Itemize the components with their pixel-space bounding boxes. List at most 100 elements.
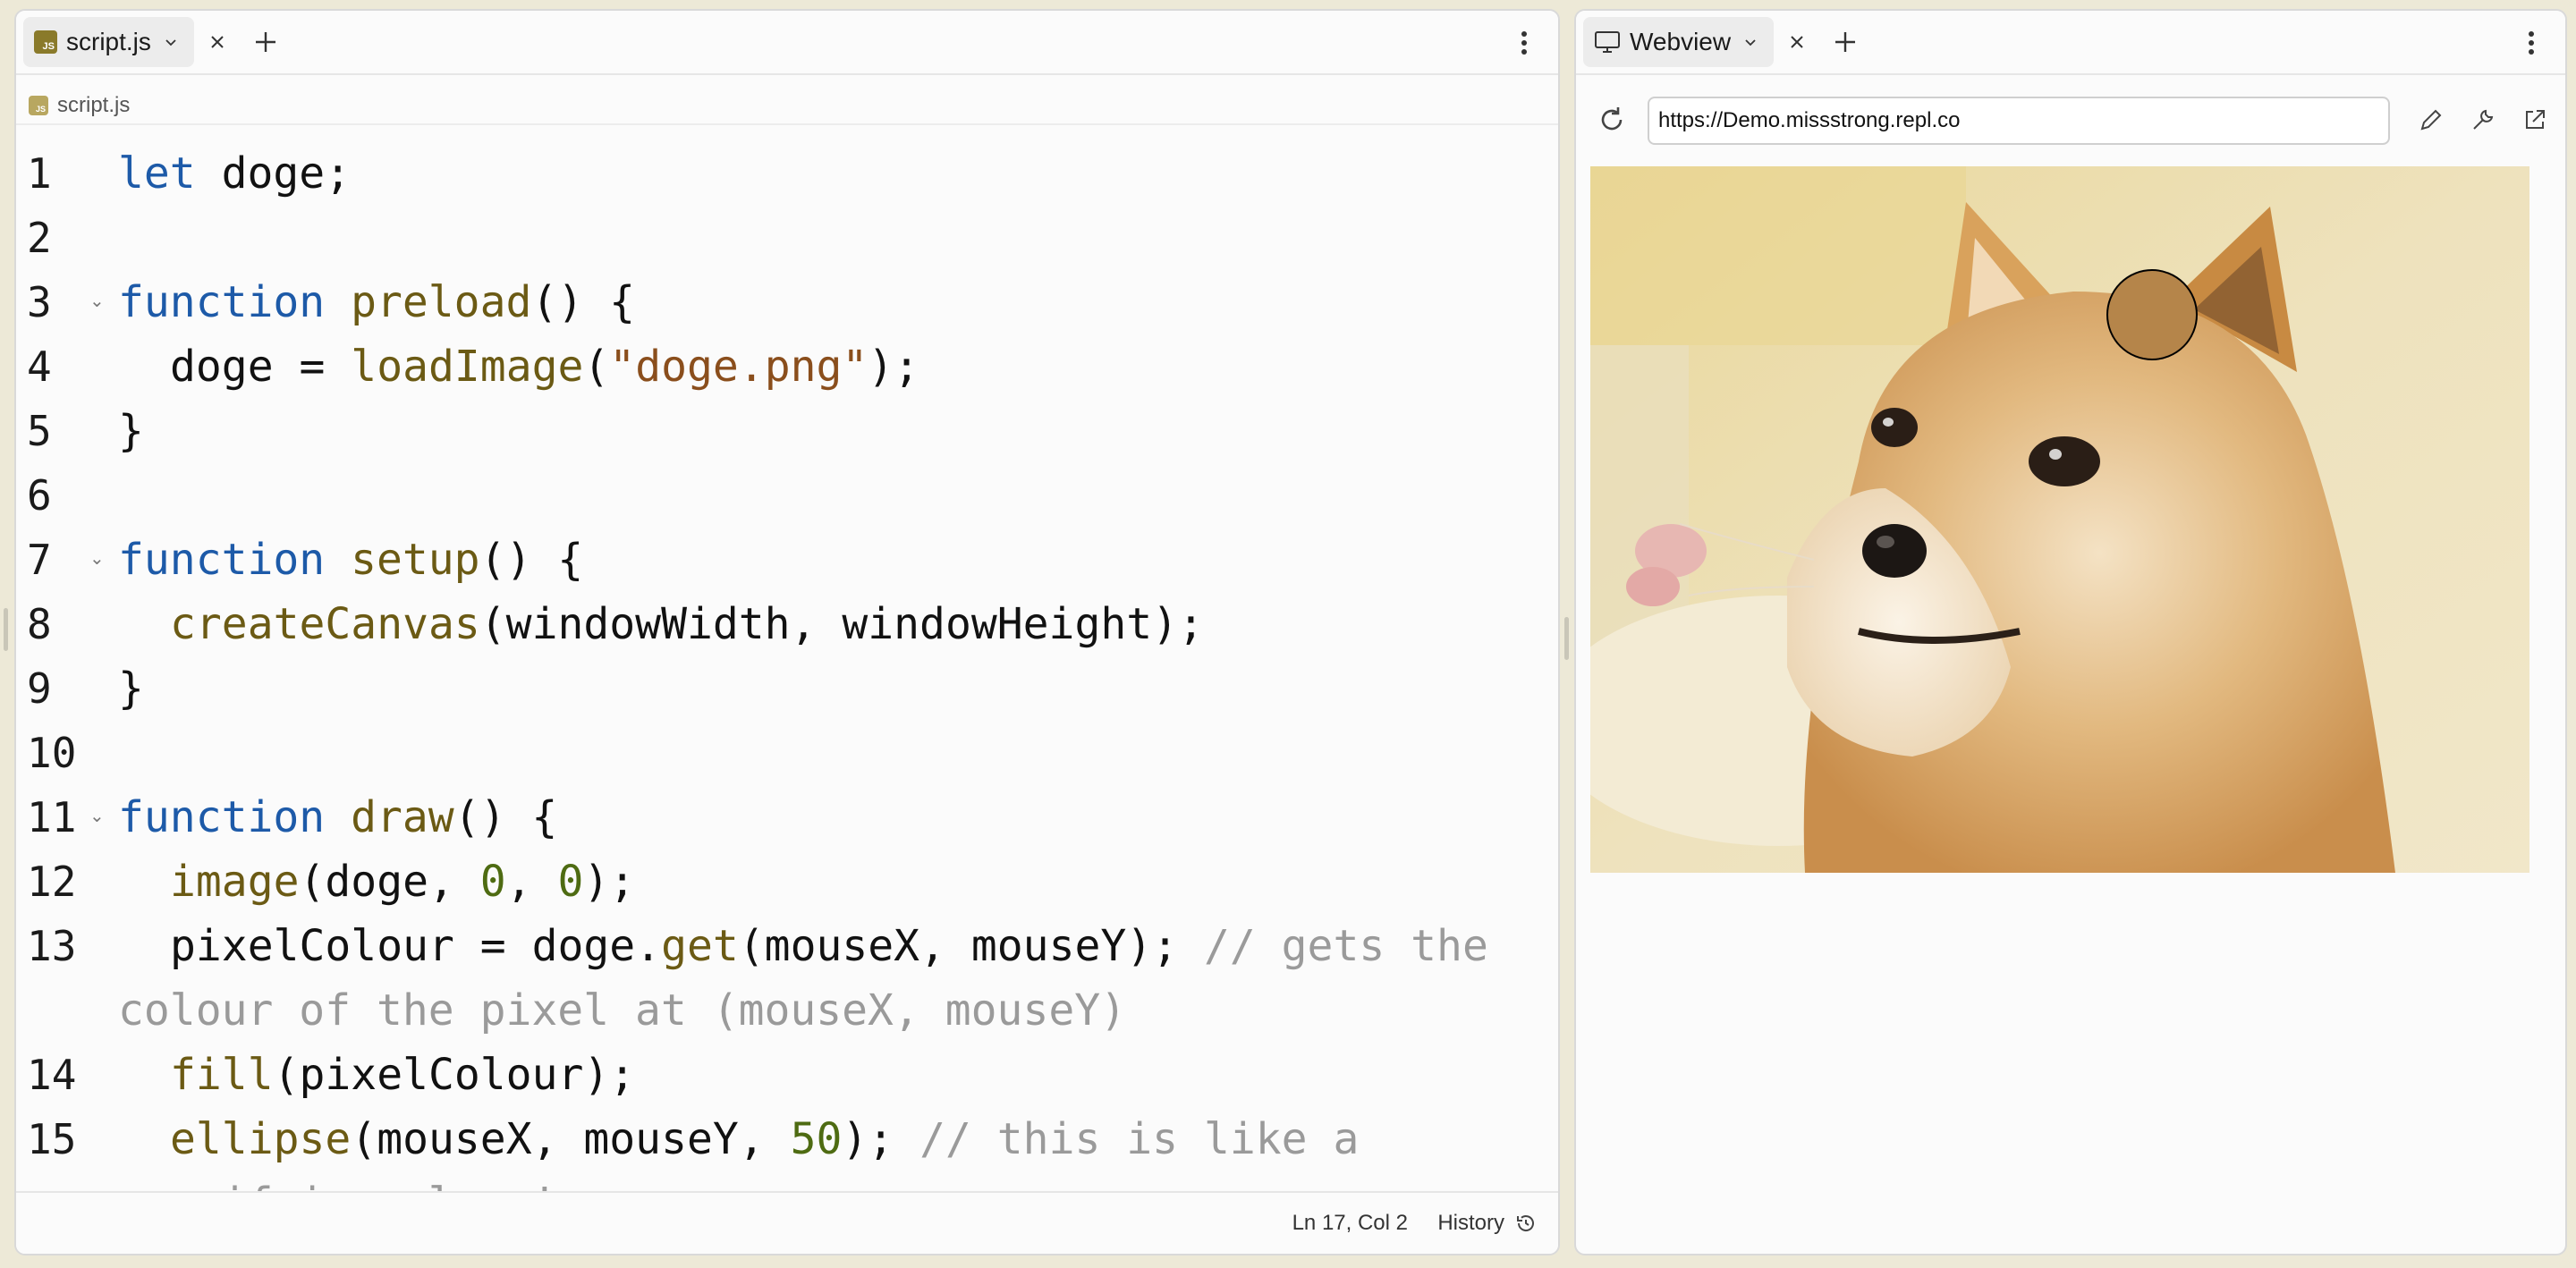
close-icon	[1791, 36, 1803, 48]
add-tab-button[interactable]	[1824, 21, 1867, 63]
reload-button[interactable]	[1596, 104, 1631, 139]
code-comment: // this is like a	[919, 1114, 1360, 1164]
tab-script-js[interactable]: JS script.js	[23, 17, 194, 67]
js-file-icon: JS	[34, 30, 57, 54]
code-line: 2	[16, 206, 1558, 270]
line-number: 12	[27, 858, 77, 906]
code-token: image	[170, 857, 300, 907]
chevron-down-icon[interactable]	[1740, 31, 1761, 53]
code-token: draw	[325, 792, 454, 842]
code-token: (doge,	[299, 857, 480, 907]
code-token: get	[661, 921, 739, 971]
edit-button[interactable]	[2413, 102, 2449, 138]
more-vertical-icon	[2529, 31, 2534, 55]
webview-menu-button[interactable]	[2510, 21, 2553, 64]
code-token: 0	[557, 857, 584, 907]
line-number: 2	[27, 214, 52, 262]
external-link-icon	[2526, 110, 2545, 129]
fold-chevron-icon[interactable]: ⌄	[89, 547, 105, 569]
close-tab-button[interactable]	[1779, 17, 1815, 67]
editor-menu-button[interactable]	[1503, 21, 1546, 64]
reload-icon	[1601, 107, 1623, 131]
code-token: function	[118, 535, 326, 585]
code-token: () {	[453, 792, 558, 842]
fold-chevron-icon[interactable]: ⌄	[89, 290, 105, 311]
left-resize-handle[interactable]	[4, 608, 8, 651]
add-tab-button[interactable]	[244, 21, 287, 63]
code-line: 13 pixelColour = doge.get(mouseX, mouseY…	[16, 914, 1558, 978]
code-token: );	[868, 342, 920, 392]
code-comment: colour of the pixel at (mouseX, mouseY)	[118, 985, 1127, 1036]
js-file-icon: JS	[29, 96, 48, 115]
code-token: function	[118, 277, 326, 327]
code-token: "doge.png"	[609, 342, 869, 392]
line-number: 11	[27, 793, 77, 841]
cursor-position[interactable]: Ln 17, Col 2	[1292, 1211, 1408, 1236]
code-line: 6	[16, 463, 1558, 528]
code-line: 8 createCanvas(windowWidth, windowHeight…	[16, 592, 1558, 656]
line-number: 3	[27, 278, 52, 326]
code-token: (mouseX, mouseY,	[351, 1114, 791, 1164]
tab-label: script.js	[66, 28, 151, 55]
code-line-wrap: colour of the pixel at (mouseX, mouseY)	[16, 978, 1558, 1043]
code-token: () {	[479, 535, 584, 585]
history-button[interactable]: History	[1437, 1205, 1537, 1241]
code-line-wrap: magnifying glass!	[16, 1171, 1558, 1193]
line-number: 8	[27, 600, 52, 648]
code-comment: // gets the	[1203, 921, 1488, 971]
code-line: 5 }	[16, 399, 1558, 463]
line-number: 15	[27, 1115, 77, 1163]
code-token: doge;	[195, 148, 352, 199]
wrench-icon	[2473, 109, 2494, 130]
tab-webview[interactable]: Webview	[1583, 17, 1775, 67]
close-icon	[211, 36, 224, 48]
sketch-canvas[interactable]	[1590, 166, 2529, 873]
divider	[16, 123, 1558, 125]
devtools-button[interactable]	[2465, 102, 2501, 138]
plus-icon	[1835, 32, 1856, 52]
code-line: 3 ⌄ function preload() {	[16, 270, 1558, 334]
code-line: 15 ellipse(mouseX, mouseY, 50); // this …	[16, 1107, 1558, 1171]
plus-icon	[255, 32, 275, 52]
magnifier-ellipse	[2106, 269, 2198, 360]
code-token: 0	[479, 857, 506, 907]
chevron-down-icon[interactable]	[160, 31, 182, 53]
editor-tabbar: JS script.js	[16, 11, 1558, 75]
line-number: 6	[27, 471, 52, 520]
code-line: 12 image(doge, 0, 0);	[16, 850, 1558, 914]
editor-panel: JS script.js JS script.js 1 let doge; 2 …	[14, 9, 1560, 1255]
code-line: 1 let doge;	[16, 141, 1558, 206]
resize-handle[interactable]	[1564, 617, 1569, 660]
webview-tabbar: Webview	[1576, 11, 2565, 75]
code-token: }	[118, 406, 144, 456]
panel-resize-gutter[interactable]	[1560, 9, 1574, 1255]
code-editor[interactable]: 1 let doge; 2 3 ⌄ function preload() { 4…	[16, 141, 1558, 1193]
line-number: 4	[27, 342, 52, 391]
code-token: ellipse	[170, 1114, 352, 1164]
breadcrumb-file[interactable]: script.js	[57, 93, 130, 118]
code-line: 10	[16, 721, 1558, 785]
code-token: setup	[325, 535, 480, 585]
code-token: ,	[505, 857, 558, 907]
line-number: 10	[27, 729, 77, 777]
breadcrumb: JS script.js	[29, 88, 130, 123]
line-number: 14	[27, 1051, 77, 1099]
url-toolbar: https://Demo.missstrong.repl.co	[1576, 77, 2565, 170]
open-new-tab-button[interactable]	[2517, 102, 2553, 138]
code-line: 4 doge = loadImage("doge.png");	[16, 334, 1558, 399]
close-tab-button[interactable]	[199, 17, 235, 67]
code-token: pixelColour = doge.	[170, 921, 662, 971]
monitor-icon	[1595, 31, 1620, 53]
line-number: 7	[27, 536, 52, 584]
code-token: () {	[531, 277, 635, 327]
code-token: );	[842, 1114, 920, 1164]
line-number: 1	[27, 149, 52, 198]
code-token: loadImage	[351, 342, 584, 392]
url-input[interactable]: https://Demo.missstrong.repl.co	[1648, 97, 2390, 145]
code-token: (	[583, 342, 610, 392]
line-number: 13	[27, 922, 77, 970]
fold-chevron-icon[interactable]: ⌄	[89, 805, 105, 826]
code-token: }	[118, 664, 144, 714]
webview-panel: Webview https://Demo.missstrong.repl.co	[1574, 9, 2567, 1255]
code-token: (windowWidth, windowHeight);	[479, 599, 1204, 649]
